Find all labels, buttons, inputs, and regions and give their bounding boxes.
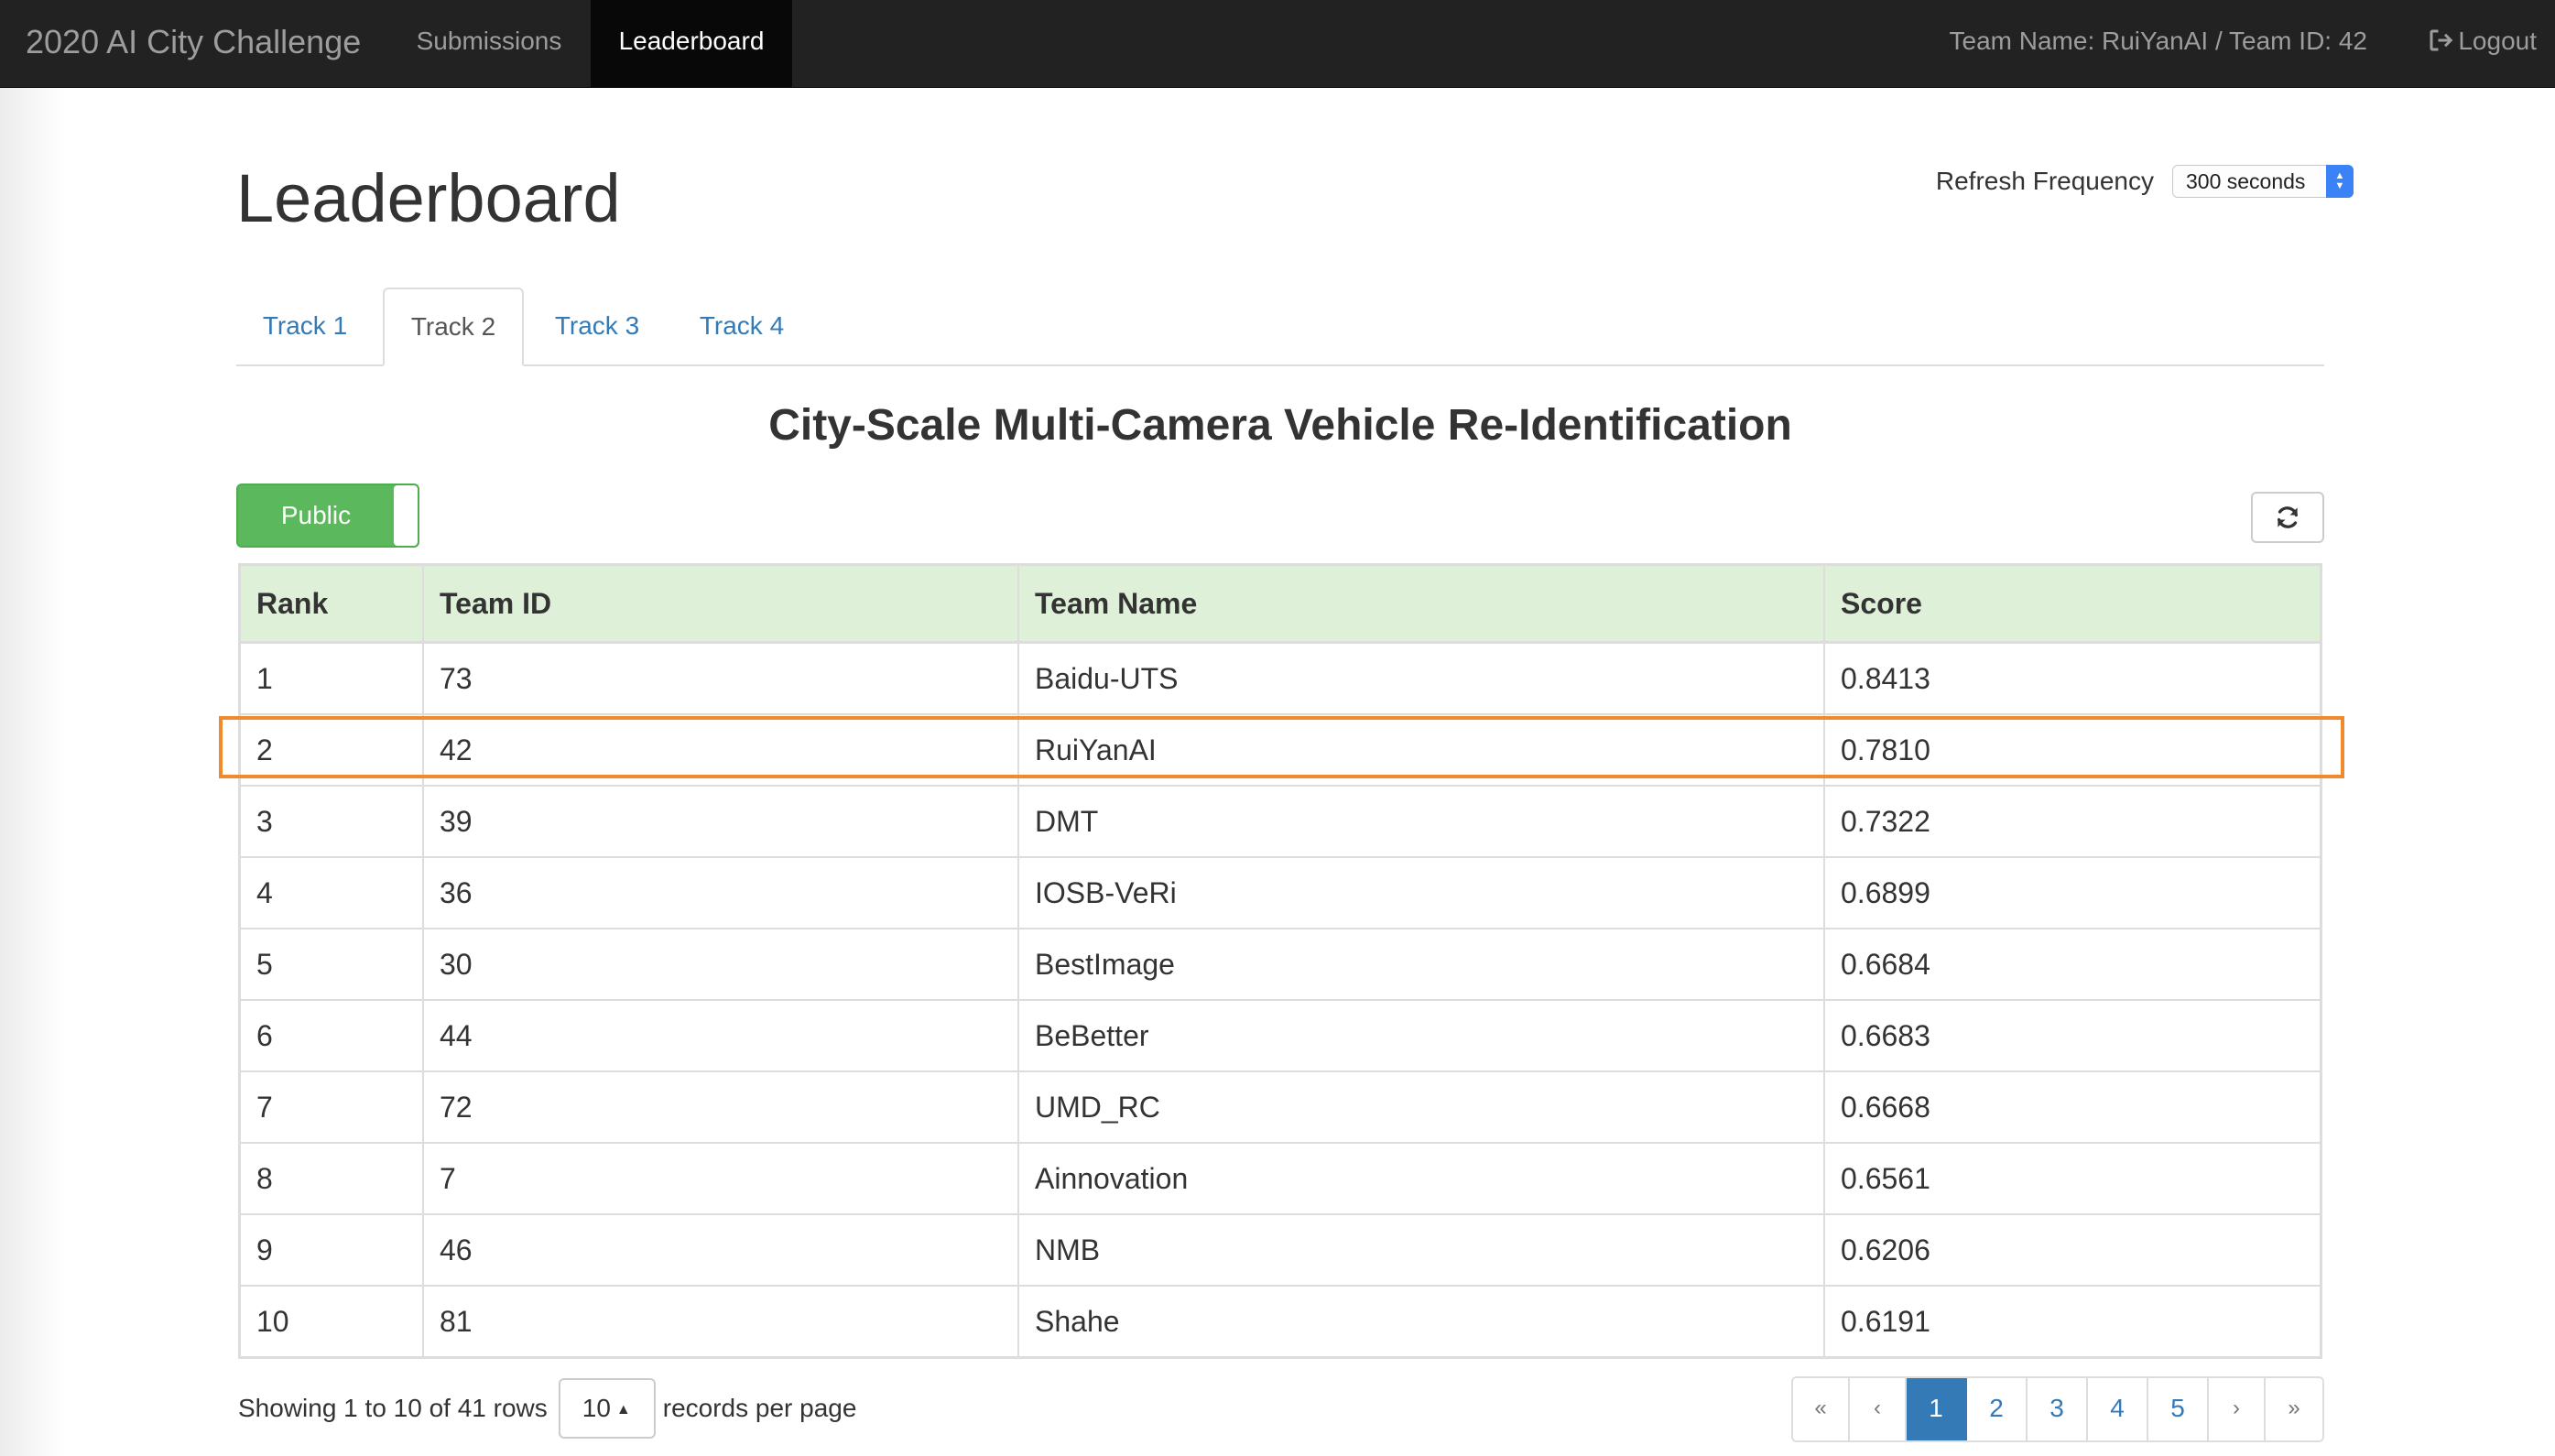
refresh-icon xyxy=(2278,506,2298,528)
score-cell: 0.8413 xyxy=(1824,642,2320,715)
rank-cell: 10 xyxy=(241,1286,424,1356)
rank-cell: 3 xyxy=(241,786,424,858)
leaderboard-table: Rank Team ID Team Name Score 1 73 Baidu-UT… xyxy=(238,563,2322,1359)
team-id-cell: 44 xyxy=(423,1000,1019,1072)
page-2-button[interactable]: 2 xyxy=(1967,1378,2028,1440)
team-id-cell: 39 xyxy=(423,786,1019,858)
rank-cell: 8 xyxy=(241,1143,424,1215)
team-name-cell: NMB xyxy=(1018,1214,1825,1287)
team-id-cell: 81 xyxy=(423,1286,1019,1356)
score-cell: 0.6668 xyxy=(1824,1071,2320,1144)
team-name-cell: UMD_RC xyxy=(1018,1071,1825,1144)
column-header-team-id[interactable]: Team ID xyxy=(423,566,1019,644)
page-prev-button[interactable]: ‹ xyxy=(1850,1378,1907,1440)
rank-cell: 5 xyxy=(241,929,424,1001)
team-name-cell: IOSB-VeRi xyxy=(1018,857,1825,929)
score-cell: 0.7810 xyxy=(1824,714,2320,787)
team-id-cell: 46 xyxy=(423,1214,1019,1287)
table-row: 2 42 RuiYanAI 0.7810 xyxy=(241,714,2320,787)
page-5-button[interactable]: 5 xyxy=(2148,1378,2209,1440)
table-row: 3 39 DMT 0.7322 xyxy=(241,786,2320,858)
team-name-cell: RuiYanAI xyxy=(1018,714,1825,787)
team-id-cell: 7 xyxy=(423,1143,1019,1215)
score-cell: 0.6684 xyxy=(1824,929,2320,1001)
toggle-label: Public xyxy=(280,501,352,529)
table-row: 10 81 Shahe 0.6191 xyxy=(241,1286,2320,1356)
team-name-cell: Shahe xyxy=(1018,1286,1825,1356)
score-cell: 0.6561 xyxy=(1824,1143,2320,1215)
page-4-button[interactable]: 4 xyxy=(2088,1378,2148,1440)
refresh-frequency: Refresh Frequency 300 seconds ▲ ▼ xyxy=(1936,163,2354,200)
table-row: 9 46 NMB 0.6206 xyxy=(241,1214,2320,1287)
showing-rows-text: Showing 1 to 10 of 41 rows xyxy=(238,1394,548,1422)
refresh-frequency-value: 300 seconds xyxy=(2186,169,2306,193)
team-info: Team Name: RuiYanAI / Team ID: 42 xyxy=(1949,27,2368,55)
page-first-button[interactable]: « xyxy=(1793,1378,1850,1440)
table-row: 1 73 Baidu-UTS 0.8413 xyxy=(241,642,2320,715)
column-header-score[interactable]: Score xyxy=(1824,566,2320,644)
score-cell: 0.6683 xyxy=(1824,1000,2320,1072)
page-last-button[interactable]: » xyxy=(2266,1378,2322,1440)
top-navbar: 2020 AI City Challenge Submissions Leade… xyxy=(0,0,2555,88)
column-header-team-name[interactable]: Team Name xyxy=(1018,566,1825,644)
select-arrows-icon: ▲ ▼ xyxy=(2326,165,2354,198)
tab-track-1[interactable]: Track 1 xyxy=(236,288,374,364)
refresh-frequency-label: Refresh Frequency xyxy=(1935,167,2154,195)
table-row: 5 30 BestImage 0.6684 xyxy=(241,929,2320,1001)
tab-track-4[interactable]: Track 4 xyxy=(672,288,811,364)
team-id-cell: 36 xyxy=(423,857,1019,929)
column-header-rank[interactable]: Rank xyxy=(241,566,424,644)
table-row: 8 7 Ainnovation 0.6561 xyxy=(241,1143,2320,1215)
nav-submissions-link[interactable]: Submissions xyxy=(394,0,584,87)
team-id-cell: 30 xyxy=(423,929,1019,1001)
brand-title[interactable]: 2020 AI City Challenge xyxy=(26,0,361,88)
rank-cell: 1 xyxy=(241,642,424,715)
team-name-cell: DMT xyxy=(1018,786,1825,858)
logout-label: Logout xyxy=(2458,27,2537,55)
team-name-cell: Baidu-UTS xyxy=(1018,642,1825,715)
team-name-cell: BeBetter xyxy=(1018,1000,1825,1072)
nav-leaderboard-link[interactable]: Leaderboard xyxy=(591,0,792,87)
score-cell: 0.6206 xyxy=(1824,1214,2320,1287)
records-per-page-select[interactable]: 10 ▲ xyxy=(558,1378,656,1439)
table-row: 6 44 BeBetter 0.6683 xyxy=(241,1000,2320,1072)
page-title: Leaderboard xyxy=(236,160,621,236)
team-name-cell: BestImage xyxy=(1018,929,1825,1001)
team-id-cell: 42 xyxy=(423,714,1019,787)
caret-up-icon: ▲ xyxy=(615,1402,631,1418)
track-tabs: Track 1 Track 2 Track 3 Track 4 xyxy=(236,288,2324,366)
pagination: « ‹ 1 2 3 4 5 › » xyxy=(1791,1376,2324,1442)
page-1-button[interactable]: 1 xyxy=(1907,1378,1967,1440)
team-name-cell: Ainnovation xyxy=(1018,1143,1825,1215)
table-row: 4 36 IOSB-VeRi 0.6899 xyxy=(241,857,2320,929)
tab-track-3[interactable]: Track 3 xyxy=(527,288,667,364)
records-per-page-label: records per page xyxy=(662,1394,857,1422)
page-left-shade xyxy=(0,88,64,1456)
table-row: 7 72 UMD_RC 0.6668 xyxy=(241,1071,2320,1144)
tab-track-2[interactable]: Track 2 xyxy=(383,288,524,366)
logout-button[interactable]: Logout xyxy=(2427,0,2537,88)
team-id-cell: 72 xyxy=(423,1071,1019,1144)
rank-cell: 4 xyxy=(241,857,424,929)
table-header-row: Rank Team ID Team Name Score xyxy=(241,566,2320,644)
team-id-cell: 73 xyxy=(423,642,1019,715)
score-cell: 0.6899 xyxy=(1824,857,2320,929)
pagination-info: Showing 1 to 10 of 41 rows 10 ▲ records p… xyxy=(238,1378,856,1439)
public-private-toggle[interactable]: Public xyxy=(236,484,419,548)
refresh-button[interactable] xyxy=(2251,492,2324,543)
toggle-handle xyxy=(394,485,418,546)
rank-cell: 7 xyxy=(241,1071,424,1144)
logout-icon xyxy=(2430,29,2453,51)
page-3-button[interactable]: 3 xyxy=(2028,1378,2088,1440)
page-next-button[interactable]: › xyxy=(2209,1378,2266,1440)
rank-cell: 9 xyxy=(241,1214,424,1287)
rank-cell: 2 xyxy=(241,714,424,787)
score-cell: 0.6191 xyxy=(1841,1305,1930,1338)
refresh-frequency-select[interactable]: 300 seconds ▲ ▼ xyxy=(2172,165,2354,198)
rank-cell: 6 xyxy=(241,1000,424,1072)
records-per-page-value: 10 xyxy=(582,1394,611,1422)
score-cell: 0.7322 xyxy=(1824,786,2320,858)
section-title: City-Scale Multi-Camera Vehicle Re-Ident… xyxy=(768,401,1792,450)
